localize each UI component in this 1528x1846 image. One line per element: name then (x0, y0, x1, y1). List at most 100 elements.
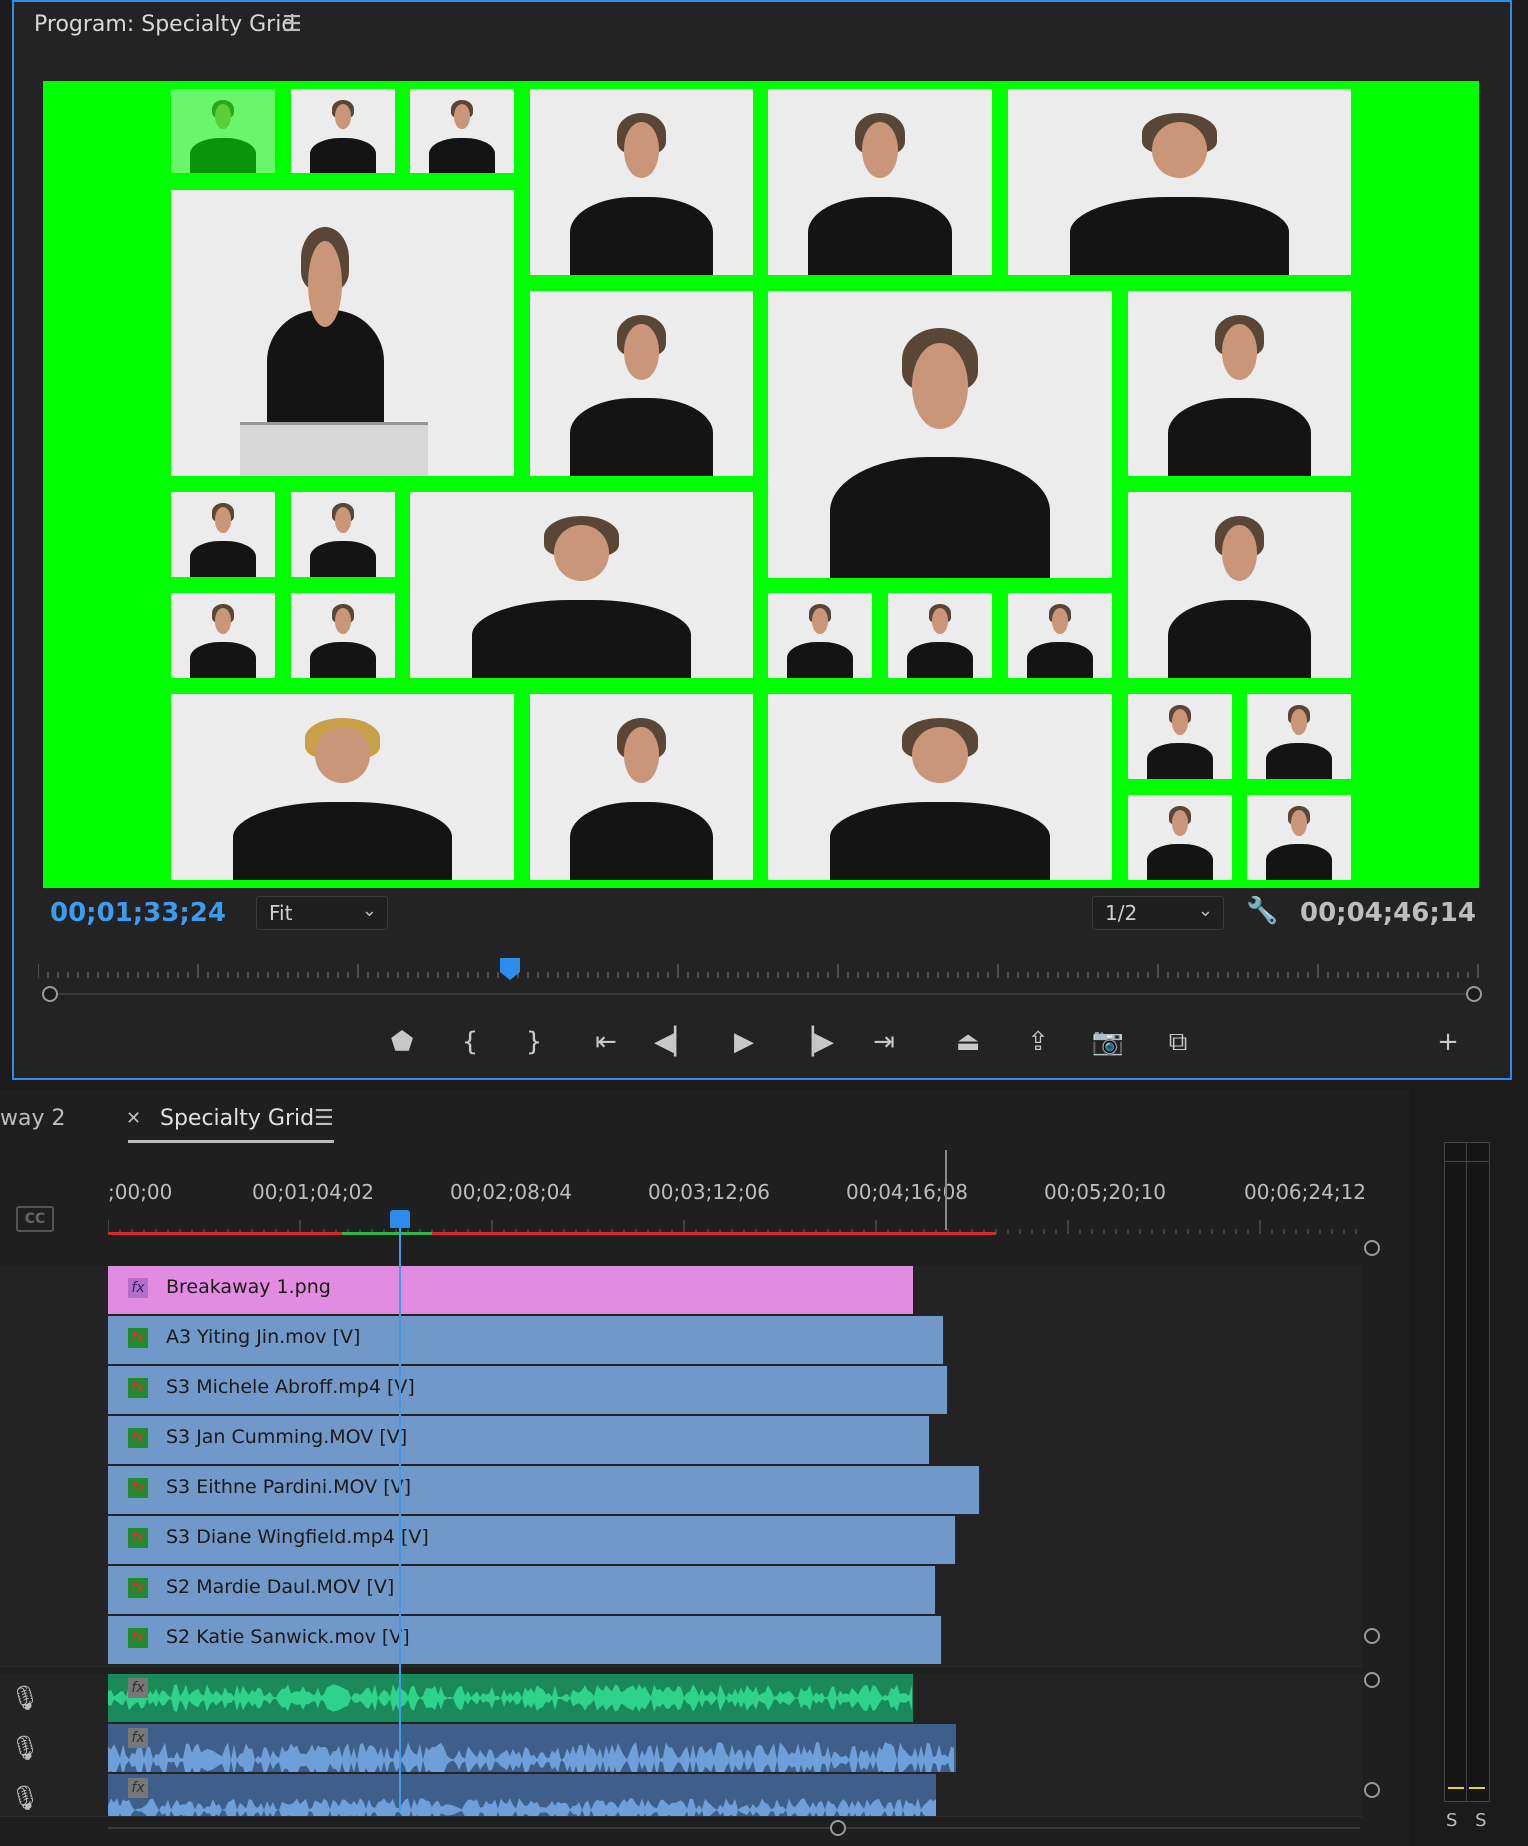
video-track: fx S3 Diane Wingfield.mp4 [V] (0, 1516, 1362, 1567)
audio-track: 🎙 fx (0, 1724, 1362, 1775)
timeline-playhead-line[interactable] (399, 1224, 401, 1812)
panel-menu-icon[interactable]: ☰ (282, 12, 302, 37)
video-tile (768, 89, 992, 275)
fx-badge-icon: fx (128, 1328, 148, 1348)
microphone-icon[interactable]: 🎙 (10, 1684, 40, 1712)
timeline-clip[interactable]: fx S3 Diane Wingfield.mp4 [V] (108, 1516, 956, 1564)
zoom-level-value: Fit (269, 901, 293, 925)
scroll-handle-top[interactable] (1364, 1240, 1380, 1256)
fx-badge-icon: fx (128, 1528, 148, 1548)
timeline-horizontal-scrollbar[interactable] (108, 1818, 1360, 1838)
step-back-icon[interactable]: ◀▏ (652, 1020, 696, 1064)
solo-buttons[interactable]: S S (1446, 1810, 1493, 1831)
wrench-icon[interactable]: 🔧 (1246, 896, 1278, 926)
tab-way-2[interactable]: way 2 (0, 1106, 65, 1131)
ruler-label: 00;05;20;10 (1044, 1180, 1167, 1204)
mark-in-icon[interactable]: { (448, 1020, 492, 1064)
scroll-handle-left[interactable] (42, 986, 58, 1002)
video-track: fx S3 Jan Cumming.MOV [V] (0, 1416, 1362, 1467)
video-tile (171, 492, 275, 577)
video-tile (410, 89, 514, 173)
timeline-clip[interactable]: fx S3 Jan Cumming.MOV [V] (108, 1416, 930, 1464)
timeline-clip[interactable]: fx S2 Mardie Daul.MOV [V] (108, 1566, 936, 1614)
chevron-down-icon: ⌄ (361, 900, 377, 921)
video-tile (1247, 694, 1351, 779)
video-tile (1247, 795, 1351, 880)
clip-name: S2 Mardie Daul.MOV [V] (166, 1576, 395, 1598)
video-tile (888, 593, 992, 678)
video-tile (1008, 89, 1351, 275)
video-track: fx S3 Eithne Pardini.MOV [V] (0, 1466, 1362, 1517)
add-marker-icon[interactable]: ⬟ (380, 1020, 424, 1064)
fx-badge-icon: fx (128, 1428, 148, 1448)
timeline-clip[interactable]: fx S2 Katie Sanwick.mov [V] (108, 1616, 942, 1664)
zoom-level-dropdown[interactable]: Fit ⌄ (256, 896, 388, 930)
clip-name: S3 Diane Wingfield.mp4 [V] (166, 1526, 429, 1548)
fx-badge-icon: fx (128, 1278, 148, 1298)
close-icon[interactable]: ✕ (126, 1108, 141, 1129)
timeline-time-ruler[interactable]: ;00;00 00;01;04;02 00;02;08;04 00;03;12;… (108, 1180, 1366, 1236)
ruler-label: 00;03;12;06 (648, 1180, 771, 1204)
program-time-ruler[interactable] (38, 958, 1486, 980)
render-bar-green (342, 1232, 432, 1235)
program-zoom-scrollbar[interactable] (42, 984, 1482, 1004)
mark-out-icon[interactable]: } (512, 1020, 556, 1064)
video-tile (1128, 291, 1351, 476)
timeline-clip[interactable]: fx Breakaway 1.png (108, 1266, 913, 1314)
resolution-value: 1/2 (1105, 901, 1138, 925)
program-video-frame (43, 81, 1479, 888)
duration-timecode: 00;04;46;14 (1300, 898, 1476, 928)
playback-resolution-dropdown[interactable]: 1/2 ⌄ (1092, 896, 1224, 930)
timeline-clip[interactable]: fx S3 Michele Abroff.mp4 [V] (108, 1366, 948, 1414)
scroll-handle[interactable] (830, 1820, 846, 1836)
go-to-in-icon[interactable]: ⇤ (584, 1020, 628, 1064)
scroll-handle-bottom[interactable] (1364, 1628, 1380, 1644)
timeline-vertical-scrollbar[interactable] (1362, 1240, 1382, 1800)
video-track: fx S2 Mardie Daul.MOV [V] (0, 1566, 1362, 1617)
program-playhead[interactable] (500, 958, 520, 980)
fx-badge-icon: fx (128, 1378, 148, 1398)
scroll-handle-bottom[interactable] (1364, 1782, 1380, 1798)
fx-badge-icon: fx (128, 1778, 148, 1798)
scroll-handle-top[interactable] (1364, 1672, 1380, 1688)
microphone-icon[interactable]: 🎙 (10, 1734, 40, 1762)
add-button-icon[interactable]: + (1426, 1020, 1470, 1064)
ruler-label: 00;01;04;02 (252, 1180, 375, 1204)
go-to-out-icon[interactable]: ⇥ (862, 1020, 906, 1064)
video-track: fx S3 Michele Abroff.mp4 [V] (0, 1366, 1362, 1417)
microphone-icon[interactable]: 🎙 (10, 1784, 40, 1812)
panel-menu-icon[interactable]: ☰ (314, 1106, 334, 1131)
play-icon[interactable]: ▶ (722, 1020, 766, 1064)
clip-name: S3 Eithne Pardini.MOV [V] (166, 1476, 412, 1498)
video-track: fx A3 Yiting Jin.mov [V] (0, 1316, 1362, 1367)
audio-clip[interactable]: fx (108, 1774, 936, 1816)
audio-clip[interactable]: fx (108, 1674, 913, 1722)
chevron-down-icon: ⌄ (1197, 900, 1213, 921)
scroll-handle-right[interactable] (1466, 986, 1482, 1002)
timeline-clip[interactable]: fx S3 Eithne Pardini.MOV [V] (108, 1466, 980, 1514)
audio-clip[interactable]: fx (108, 1724, 956, 1772)
camera-icon[interactable]: 📷 (1086, 1020, 1130, 1064)
ruler-label: 00;04;16;08 (846, 1180, 969, 1204)
playhead-timecode[interactable]: 00;01;33;24 (50, 898, 226, 928)
video-tile (530, 694, 753, 880)
audio-track: 🎙 fx (0, 1774, 1362, 1817)
timeline-clip[interactable]: fx A3 Yiting Jin.mov [V] (108, 1316, 944, 1364)
step-forward-icon[interactable]: ▕▶ (792, 1020, 836, 1064)
video-tile (171, 89, 275, 173)
video-tile (171, 190, 514, 476)
video-tile (1128, 694, 1232, 779)
video-tile (171, 694, 514, 880)
timeline-playhead-handle[interactable] (390, 1210, 410, 1228)
video-tile (410, 492, 753, 678)
comparison-view-icon[interactable]: ⧉ (1156, 1020, 1200, 1064)
tab-specialty-grid[interactable]: Specialty Grid (160, 1106, 314, 1131)
captions-icon[interactable]: CC (16, 1206, 54, 1232)
extract-icon[interactable]: ⇪ (1016, 1020, 1060, 1064)
video-tile (1128, 795, 1232, 880)
video-tile (768, 291, 1112, 578)
video-track: fx Breakaway 1.png (0, 1266, 1362, 1317)
video-tile (291, 593, 395, 678)
audio-track: 🎙 fx (0, 1674, 1362, 1725)
lift-icon[interactable]: ⏏ (946, 1020, 990, 1064)
